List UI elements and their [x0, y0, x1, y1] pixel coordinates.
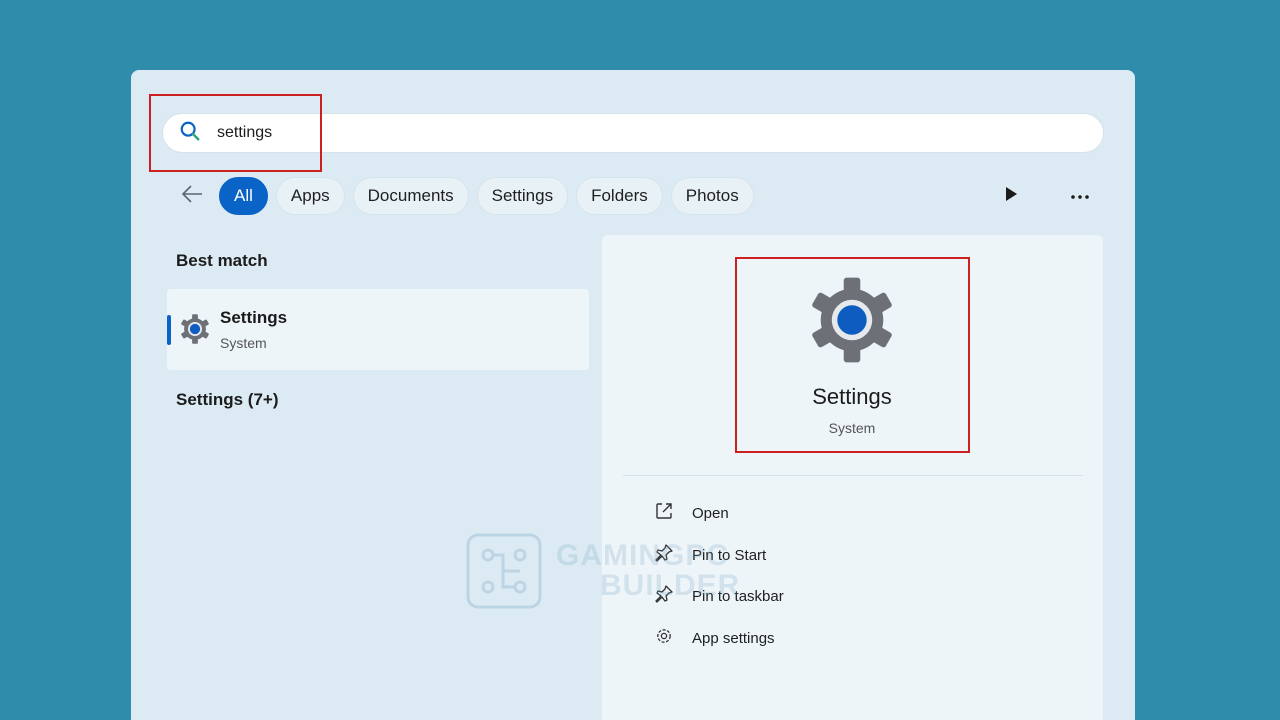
action-app-settings-label: App settings [692, 629, 775, 647]
filter-settings[interactable]: Settings [476, 177, 569, 215]
back-arrow-icon [181, 184, 203, 208]
filter-all[interactable]: All [219, 177, 268, 215]
best-match-heading: Best match [176, 251, 268, 270]
filter-photos[interactable]: Photos [670, 177, 754, 215]
action-open[interactable]: Open [636, 501, 729, 525]
more-options-button[interactable] [1064, 180, 1096, 212]
play-button[interactable] [995, 180, 1027, 212]
preview-divider [623, 475, 1083, 476]
search-input[interactable] [217, 124, 1037, 142]
action-app-settings[interactable]: App settings [636, 626, 775, 650]
watermark-logo: GAMINGPC BUILDER [466, 533, 740, 609]
gear-outline-icon [654, 626, 674, 650]
preview-highlight-box [735, 257, 970, 453]
more-icon [1070, 187, 1090, 205]
play-icon [1004, 186, 1018, 207]
filter-apps[interactable]: Apps [275, 177, 345, 215]
open-external-icon [654, 501, 674, 525]
selection-indicator [167, 315, 171, 345]
settings-group-heading[interactable]: Settings (7+) [176, 390, 279, 410]
action-open-label: Open [692, 504, 729, 522]
best-match-item[interactable]: Settings System [167, 289, 589, 370]
search-highlight-box [149, 94, 322, 172]
watermark-text: GAMINGPC BUILDER [556, 539, 741, 602]
settings-gear-icon [179, 313, 211, 345]
filter-documents[interactable]: Documents [352, 177, 469, 215]
best-match-title: Settings [220, 308, 288, 327]
filter-bar: All Apps Documents Settings Folders Phot… [175, 177, 762, 215]
back-button[interactable] [175, 179, 209, 213]
filter-folders[interactable]: Folders [576, 177, 663, 215]
best-match-subtitle: System [220, 335, 267, 351]
